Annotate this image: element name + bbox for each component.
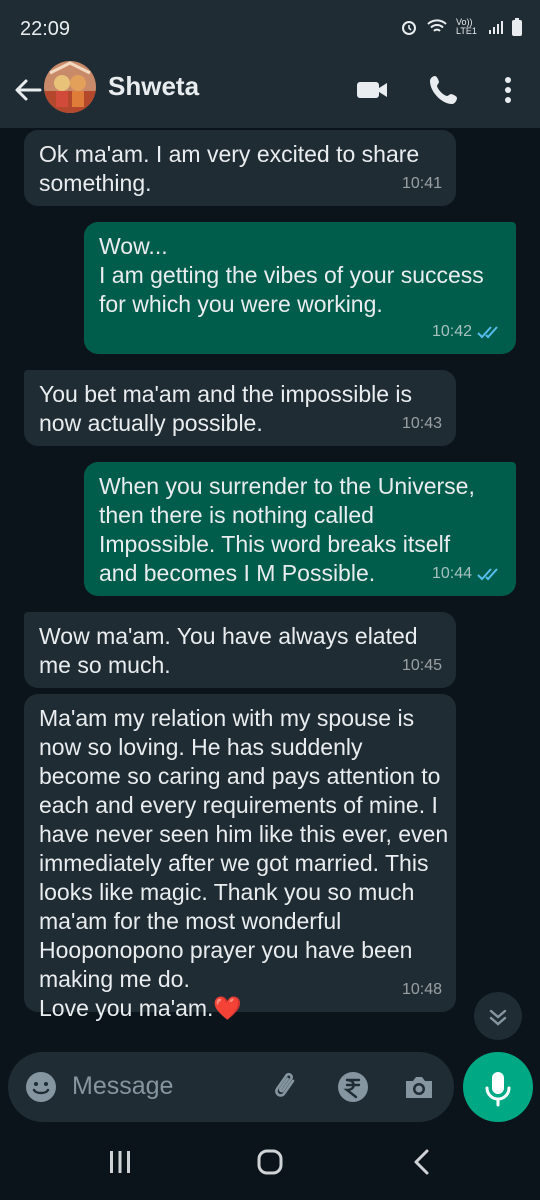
camera-icon[interactable] bbox=[402, 1070, 436, 1104]
message-bubble-incoming[interactable]: You bet ma'am and the impossible is now … bbox=[24, 370, 456, 446]
status-time: 22:09 bbox=[20, 18, 71, 40]
message-time: 10:42 bbox=[432, 317, 502, 346]
message-time: 10:45 bbox=[401, 657, 442, 674]
message-bubble-incoming[interactable]: Wow ma'am. You have always elated me so … bbox=[24, 612, 456, 688]
chat-header: Shweta bbox=[0, 58, 540, 128]
message-bubble-outgoing[interactable]: When you surrender to the Universe, then… bbox=[84, 462, 516, 596]
message-text: Ma'am my relation with my spouse is now … bbox=[39, 705, 449, 1021]
message-time: 10:44 bbox=[432, 559, 502, 588]
status-bar: 22:09 Vo)) LTE1 bbox=[0, 0, 540, 58]
message-text: You bet ma'am and the impossible is now … bbox=[39, 381, 413, 436]
message-text: Wow... I am getting the vibes of your su… bbox=[99, 233, 484, 317]
scroll-down-button[interactable] bbox=[474, 992, 522, 1040]
message-time: 10:43 bbox=[401, 415, 442, 432]
video-call-icon[interactable] bbox=[354, 72, 390, 108]
scroll-down-icon bbox=[489, 1009, 507, 1026]
message-composer[interactable]: Message bbox=[8, 1052, 454, 1122]
wifi-icon bbox=[427, 19, 447, 32]
network-label: Vo)) LTE1 bbox=[456, 17, 477, 36]
read-receipt-icon bbox=[477, 567, 498, 580]
message-time: 10:41 bbox=[401, 175, 442, 192]
message-bubble-outgoing[interactable]: Wow... I am getting the vibes of your su… bbox=[84, 222, 516, 354]
attach-icon[interactable] bbox=[270, 1070, 304, 1104]
message-input[interactable]: Message bbox=[72, 1072, 173, 1101]
rupee-payment-icon[interactable] bbox=[336, 1070, 370, 1104]
read-receipt-icon bbox=[477, 325, 498, 338]
message-bubble-incoming[interactable]: Ok ma'am. I am very excited to share som… bbox=[24, 130, 456, 206]
system-navigation-bar bbox=[0, 1128, 540, 1200]
home-icon[interactable] bbox=[256, 1148, 284, 1176]
message-bubble-incoming[interactable]: Ma'am my relation with my spouse is now … bbox=[24, 694, 456, 1021]
avatar[interactable] bbox=[44, 61, 96, 113]
message-time: 10:48 bbox=[401, 981, 442, 998]
contact-name[interactable]: Shweta bbox=[108, 71, 199, 102]
voice-call-icon[interactable] bbox=[426, 72, 462, 108]
alarm-icon bbox=[402, 21, 416, 35]
nav-back-icon[interactable] bbox=[408, 1148, 436, 1176]
emoji-icon[interactable] bbox=[24, 1070, 58, 1104]
signal-icon bbox=[489, 21, 503, 34]
message-text: Wow ma'am. You have always elated me so … bbox=[39, 623, 418, 678]
recent-apps-icon[interactable] bbox=[106, 1148, 134, 1176]
message-text: Ok ma'am. I am very excited to share som… bbox=[39, 141, 420, 196]
voice-message-button[interactable] bbox=[463, 1052, 533, 1122]
more-options-icon[interactable] bbox=[490, 72, 526, 108]
chat-area[interactable]: Ok ma'am. I am very excited to share som… bbox=[0, 128, 540, 1050]
status-icons: Vo)) LTE1 bbox=[400, 18, 522, 36]
mic-icon bbox=[485, 1072, 511, 1107]
back-arrow-icon[interactable] bbox=[10, 72, 46, 108]
battery-icon bbox=[512, 18, 522, 36]
